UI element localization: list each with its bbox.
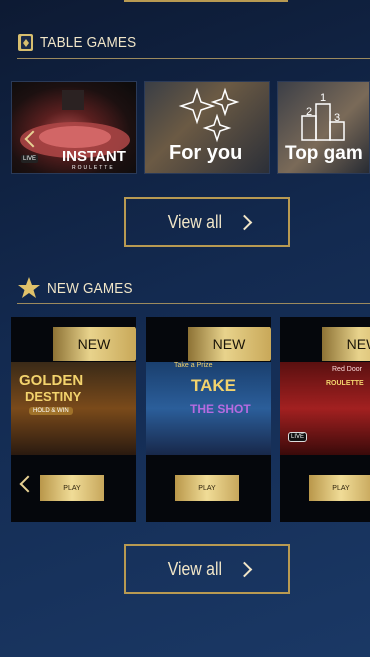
table-games-header: TABLE GAMES — [17, 28, 147, 56]
section-title: NEW GAMES — [47, 279, 133, 297]
game-art: Red Door ROULETTE LIVE — [280, 362, 370, 455]
new-badge: NEW — [322, 327, 370, 361]
game-tile-instant-roulette[interactable]: LIVE INSTANT ROULETTE — [11, 81, 137, 174]
svg-text:2: 2 — [306, 106, 312, 118]
game-art: Take a Prize TAKE THE SHOT — [146, 362, 271, 455]
view-all-button-partial[interactable] — [124, 0, 288, 2]
live-badge: LIVE — [21, 155, 39, 163]
view-all-new-games-button[interactable]: View all — [124, 544, 290, 594]
new-games-header: NEW GAMES — [17, 274, 142, 302]
view-all-label: View all — [167, 211, 222, 232]
game-title-2: DESTINY — [25, 389, 82, 404]
section-divider — [17, 303, 370, 304]
game-art: GOLDEN DESTINY HOLD & WIN — [11, 362, 136, 455]
tile-title: INSTANT — [62, 148, 126, 165]
game-tile-top-games[interactable]: 1 2 3 Top gam — [277, 81, 370, 174]
chevron-right-icon — [237, 561, 253, 577]
new-badge: NEW — [53, 327, 136, 361]
tile-title: Top gam — [285, 143, 363, 164]
svg-text:1: 1 — [320, 92, 326, 104]
game-top-label: Take a Prize — [174, 362, 213, 369]
game-tile-for-you[interactable]: For you — [144, 81, 270, 174]
play-button[interactable]: PLAY — [175, 475, 239, 501]
new-game-card[interactable]: NEW Take a Prize TAKE THE SHOT PLAY — [146, 317, 271, 522]
new-game-card[interactable]: NEW Red Door ROULETTE LIVE PLAY — [280, 317, 370, 522]
game-title: GOLDEN — [19, 372, 84, 389]
svg-text:3: 3 — [334, 112, 340, 124]
play-button[interactable]: PLAY — [309, 475, 370, 501]
view-all-table-games-button[interactable]: View all — [124, 197, 290, 247]
game-title-2: THE SHOT — [190, 402, 251, 416]
play-button[interactable]: PLAY — [40, 475, 104, 501]
new-game-card[interactable]: NEW GOLDEN DESTINY HOLD & WIN PLAY — [11, 317, 136, 522]
star-icon — [17, 276, 41, 300]
carousel-prev-icon[interactable] — [19, 475, 37, 493]
view-all-label: View all — [167, 558, 222, 579]
live-badge: LIVE — [288, 432, 308, 442]
game-title-2: ROULETTE — [326, 380, 364, 387]
game-title: Red Door — [332, 366, 362, 373]
cards-icon — [17, 33, 34, 52]
tile-title: For you — [169, 142, 243, 164]
section-title: TABLE GAMES — [40, 33, 137, 51]
chevron-right-icon — [237, 214, 253, 230]
game-subtitle: HOLD & WIN — [29, 407, 73, 415]
tile-subtitle: ROULETTE — [72, 165, 115, 171]
game-title: TAKE — [191, 376, 237, 395]
new-badge: NEW — [188, 327, 271, 361]
section-divider — [17, 58, 370, 59]
